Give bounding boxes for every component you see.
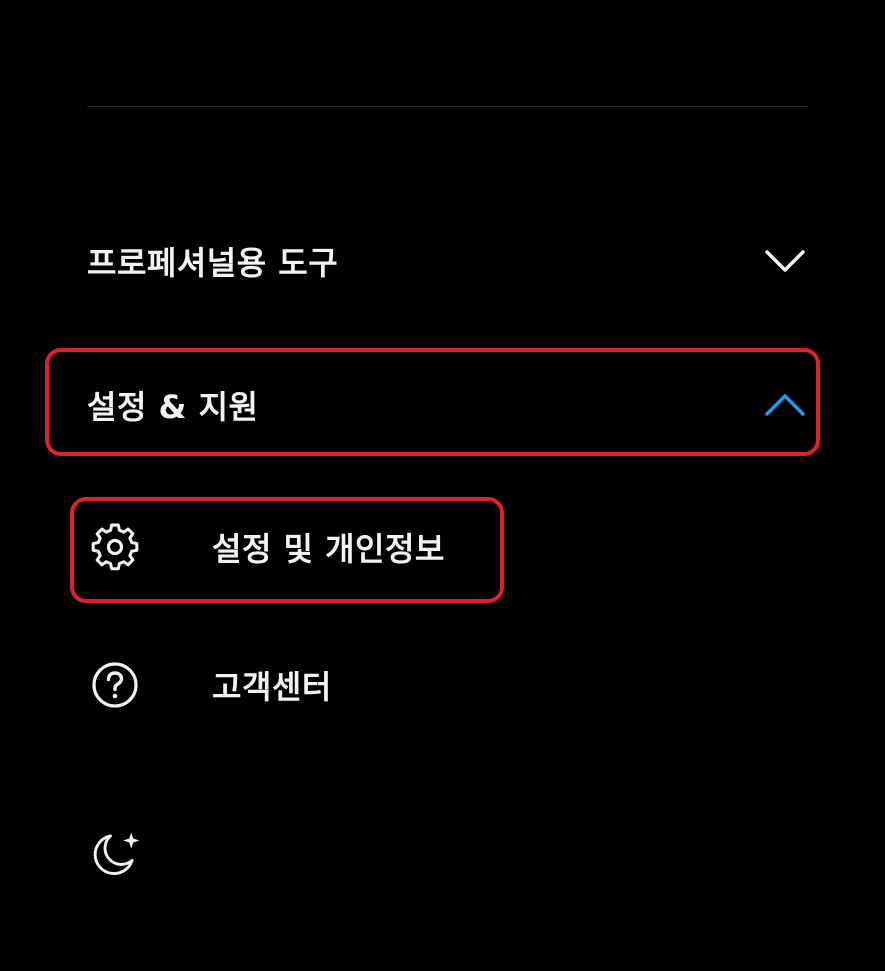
question-circle-icon <box>87 657 143 713</box>
top-divider <box>87 106 807 107</box>
menu-item-help-center-label: 고객센터 <box>212 668 332 706</box>
section-professional-tools-label: 프로페셔널용 도구 <box>87 244 339 282</box>
menu-item-settings-privacy[interactable]: 설정 및 개인정보 <box>87 517 487 577</box>
menu-item-help-center[interactable]: 고객센터 <box>87 655 387 715</box>
gear-icon <box>87 519 143 575</box>
chevron-up-icon <box>765 394 805 416</box>
moon-sparkle-icon <box>87 826 143 882</box>
chevron-down-icon <box>765 250 805 272</box>
section-professional-tools[interactable]: 프로페셔널용 도구 <box>87 231 807 291</box>
menu-item-settings-privacy-label: 설정 및 개인정보 <box>212 530 445 568</box>
section-settings-support[interactable]: 설정 & 지원 <box>87 375 807 435</box>
section-settings-support-label: 설정 & 지원 <box>87 388 259 426</box>
theme-toggle-button[interactable] <box>87 824 167 884</box>
